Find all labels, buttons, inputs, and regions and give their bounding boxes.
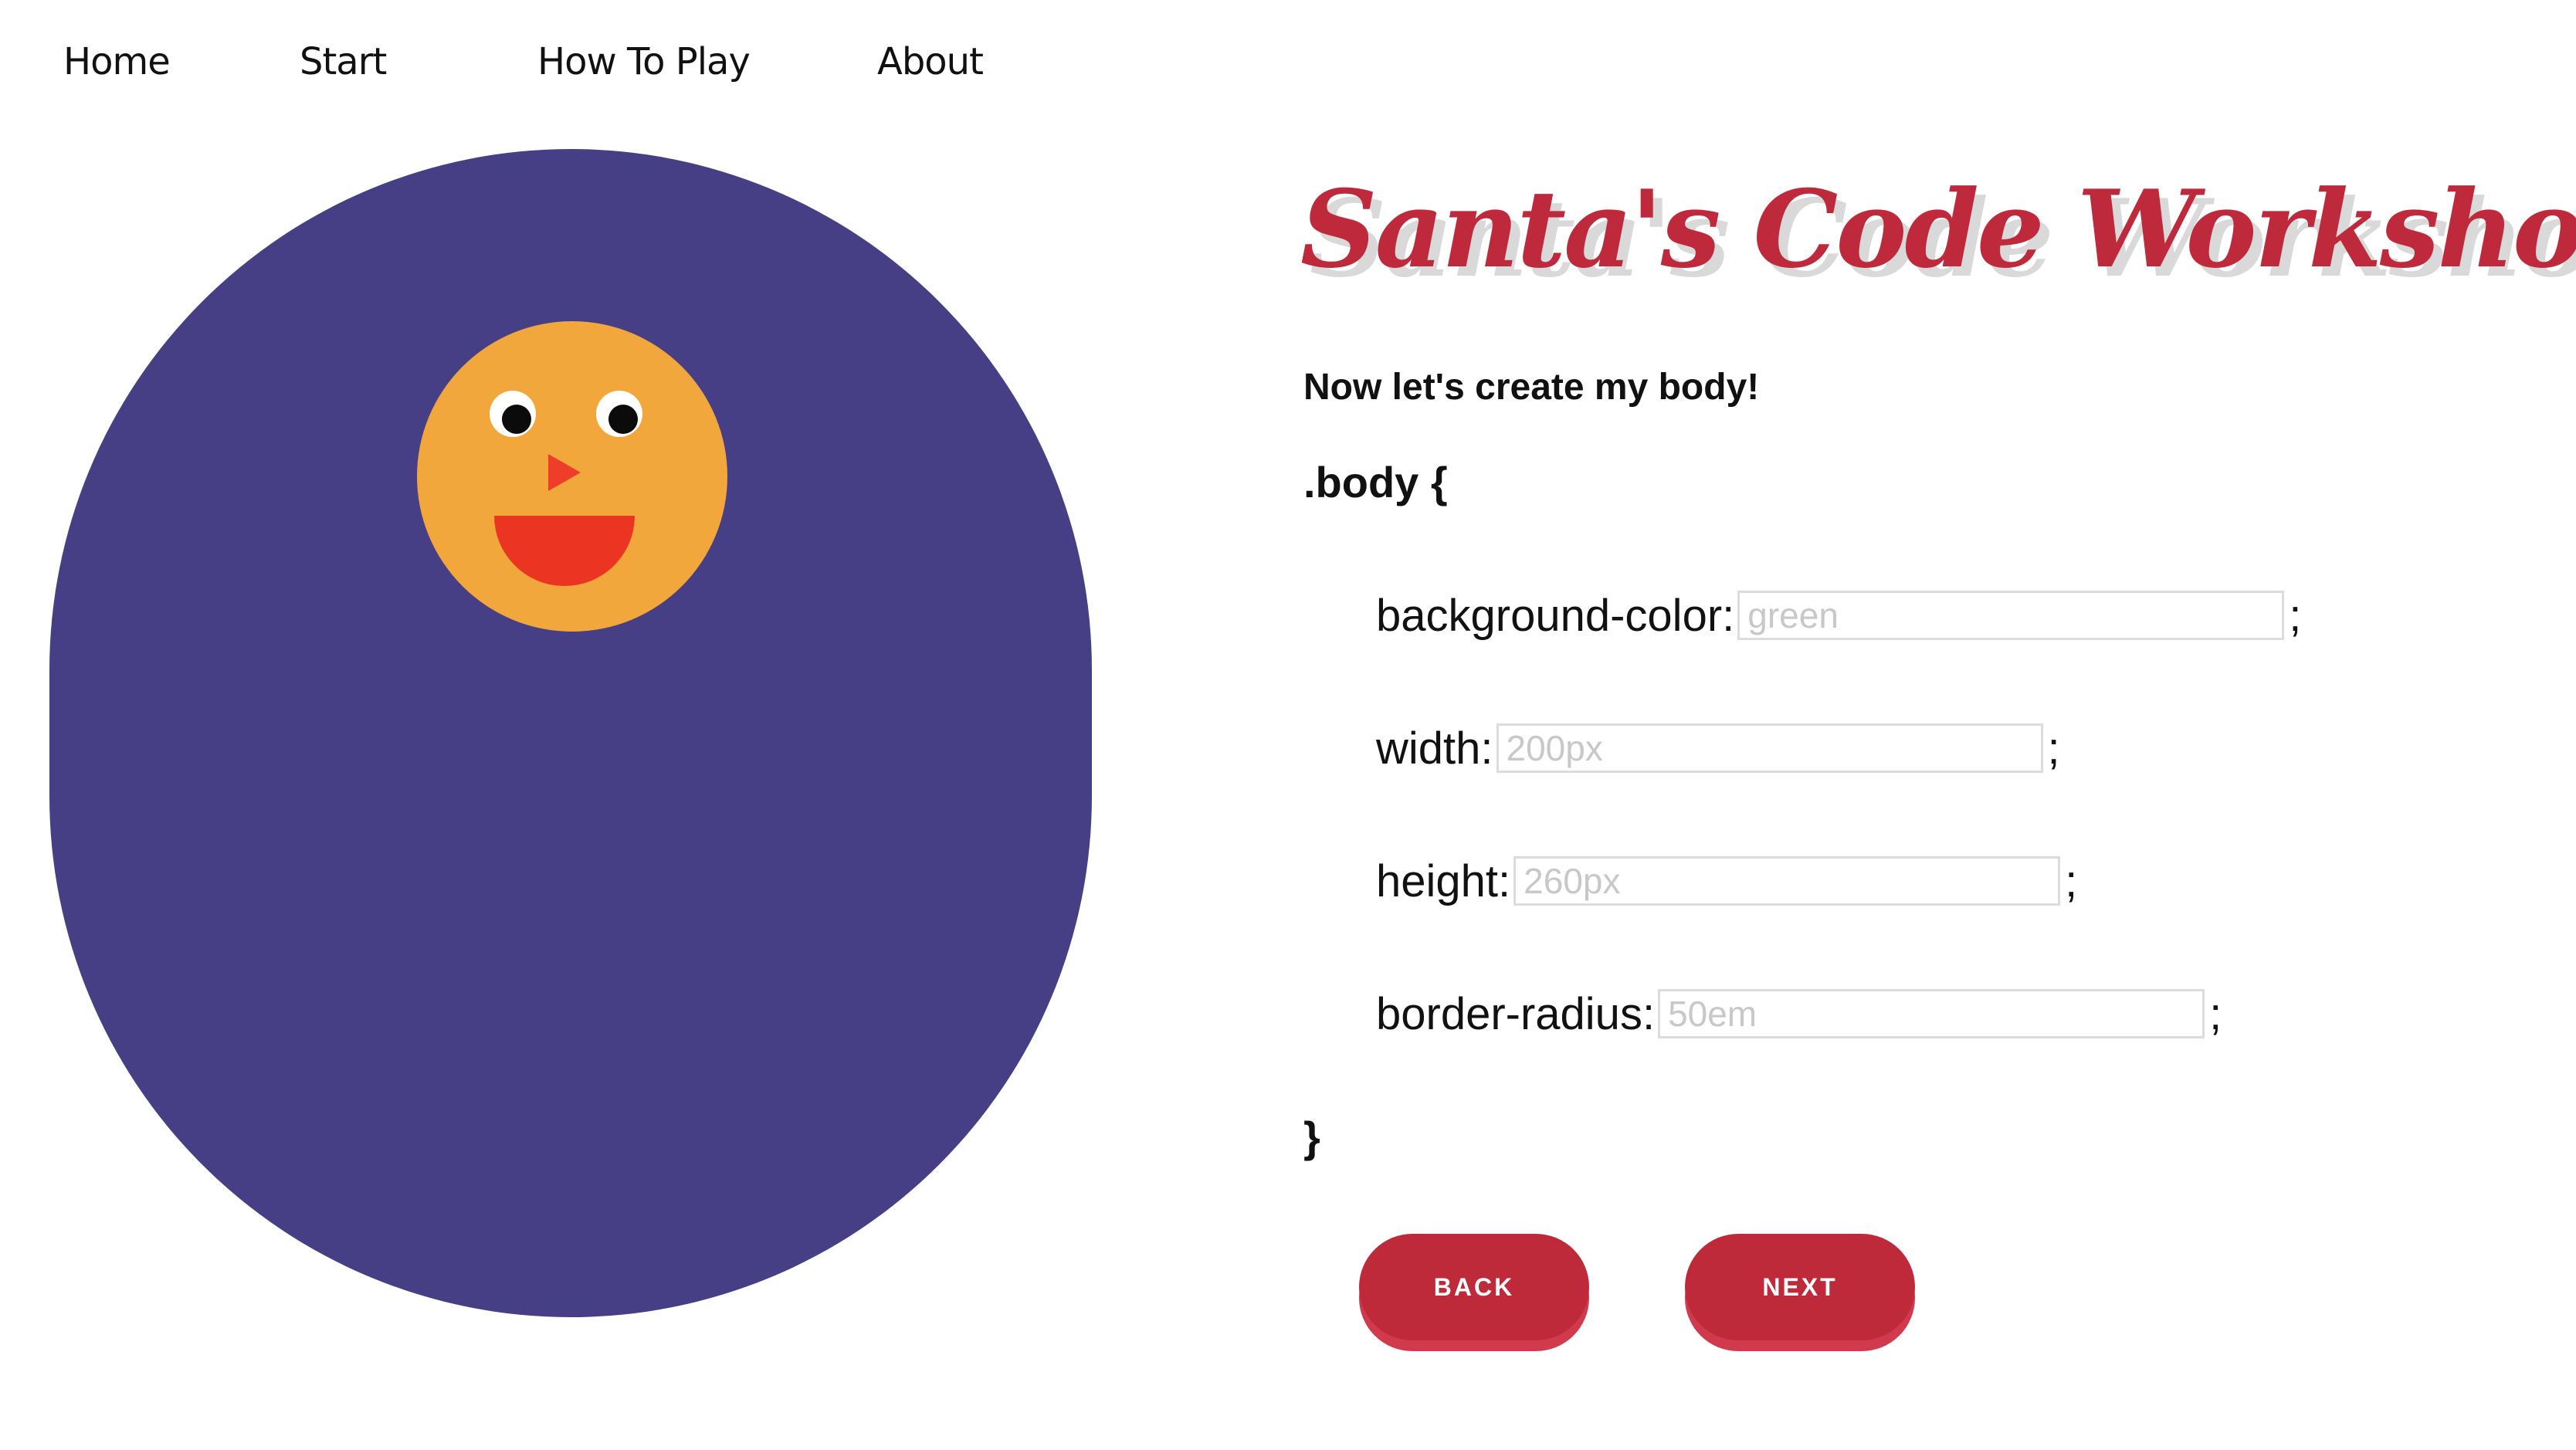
code-selector-open: .body {: [1303, 458, 1448, 506]
semicolon: ;: [2047, 723, 2060, 774]
page: Home Start How To Play About Santa's Cod…: [0, 0, 2576, 1450]
border-radius-input[interactable]: [1658, 989, 2205, 1038]
width-input[interactable]: [1496, 723, 2043, 773]
background-color-input[interactable]: [1737, 591, 2285, 640]
property-row-border-radius: border-radius: ;: [1376, 987, 2222, 1041]
right-eye: [596, 391, 642, 437]
next-button[interactable]: NEXT: [1685, 1234, 1915, 1340]
character-mouth: [494, 516, 635, 586]
code-selector-close: }: [1303, 1113, 1320, 1161]
back-button[interactable]: BACK: [1359, 1234, 1589, 1340]
property-row-height: height: ;: [1376, 854, 2077, 908]
semicolon: ;: [2289, 590, 2302, 641]
property-label: background-color:: [1376, 590, 1735, 641]
semicolon: ;: [2209, 988, 2222, 1039]
left-eye: [490, 391, 536, 437]
property-row-background-color: background-color: ;: [1376, 588, 2301, 642]
nav-how-to-play[interactable]: How To Play: [537, 40, 751, 83]
nav-start[interactable]: Start: [300, 40, 387, 83]
character-head: [417, 321, 727, 632]
page-title: Santa's Code Workshop: [1300, 166, 2576, 292]
height-input[interactable]: [1513, 856, 2061, 906]
character-nose: [548, 454, 581, 491]
right-pupil: [608, 405, 638, 434]
left-pupil: [502, 405, 531, 434]
property-label: width:: [1376, 723, 1493, 774]
property-label: border-radius:: [1376, 988, 1656, 1039]
property-row-width: width: ;: [1376, 721, 2060, 775]
property-label: height:: [1376, 855, 1511, 906]
instruction-text: Now let's create my body!: [1303, 367, 1760, 408]
nav-home[interactable]: Home: [63, 40, 171, 83]
semicolon: ;: [2065, 855, 2078, 906]
nav-about[interactable]: About: [877, 40, 984, 83]
